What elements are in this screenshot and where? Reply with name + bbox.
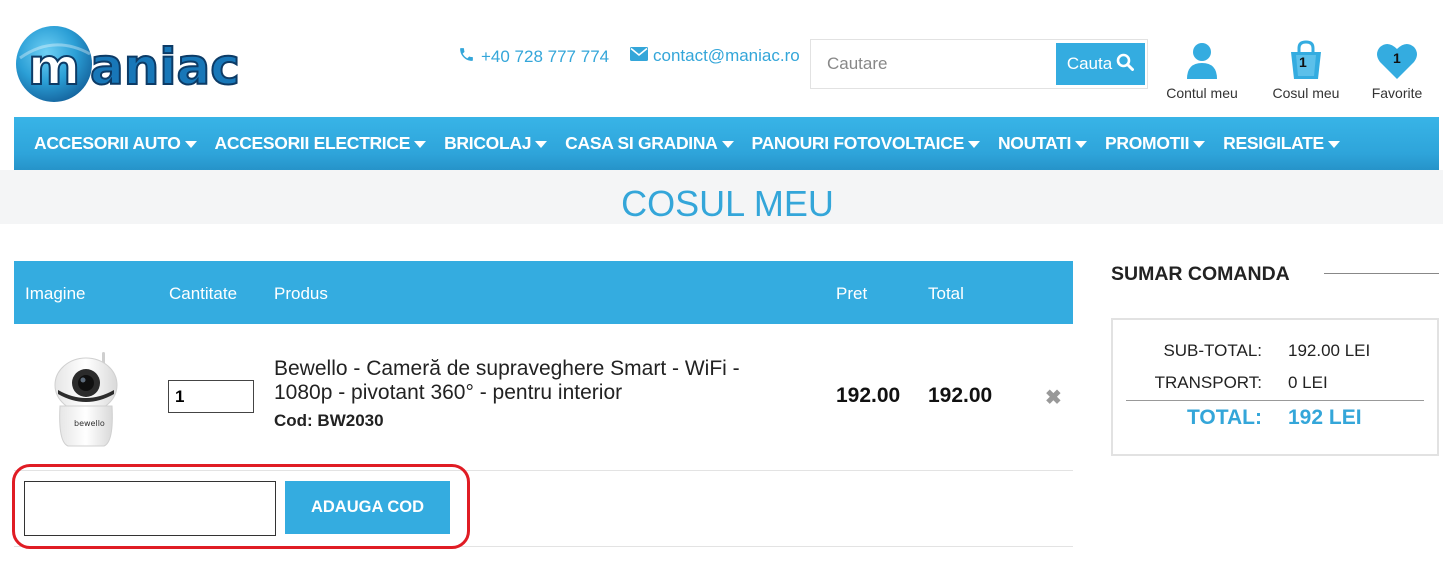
add-coupon-button-label: ADAUGA COD — [310, 498, 425, 516]
user-icon — [1160, 40, 1244, 80]
product-name[interactable]: Bewello - Cameră de supraveghere Smart -… — [274, 357, 794, 405]
column-header-total: Total — [928, 284, 964, 303]
subtotal-label: SUB-TOTAL: — [1163, 341, 1262, 360]
nav-item-label: CASA SI GRADINA — [565, 133, 718, 153]
search-button-label: Cauta — [1066, 54, 1113, 73]
nav-item-label: RESIGILATE — [1223, 133, 1324, 153]
nav-item-resigilate[interactable]: RESIGILATE — [1223, 133, 1340, 154]
search-bar: Cauta — [810, 39, 1148, 89]
favorites-count: 1 — [1393, 50, 1401, 66]
product-code: Cod: BW2030 — [274, 411, 384, 430]
product-image[interactable]: bewello — [46, 350, 126, 450]
caret-down-icon — [1075, 141, 1088, 148]
svg-text:aniac: aniac — [90, 38, 240, 96]
favorites-label: Favorite — [1371, 85, 1423, 101]
caret-down-icon — [184, 141, 197, 148]
mail-icon — [630, 46, 648, 66]
account-label: Contul meu — [1166, 85, 1238, 101]
product-image-brand: bewello — [74, 419, 105, 428]
nav-item-noutati[interactable]: NOUTATI — [997, 133, 1088, 154]
summary-divider — [1126, 400, 1424, 401]
product-total: 192.00 — [928, 384, 993, 407]
cart-table-header: Imagine Cantitate Produs Pret Total — [14, 261, 1073, 324]
main-nav: ACCESORII AUTO ACCESORII ELECTRICE BRICO… — [14, 117, 1439, 170]
caret-down-icon — [414, 141, 427, 148]
transport-value: 0 LEI — [1288, 373, 1328, 392]
nav-item-panouri-fotovoltaice[interactable]: PANOURI FOTOVOLTAICE — [752, 133, 980, 154]
favorites-link[interactable]: 1 Favorite — [1364, 40, 1430, 101]
nav-item-bricolaj[interactable]: BRICOLAJ — [444, 133, 548, 154]
phone-icon — [458, 46, 475, 68]
column-header-quantity: Cantitate — [169, 284, 238, 303]
remove-icon[interactable]: ✖ — [1045, 385, 1062, 410]
account-link[interactable]: Contul meu — [1160, 40, 1244, 101]
nav-item-label: PROMOTII — [1105, 133, 1190, 153]
nav-item-casa-si-gradina[interactable]: CASA SI GRADINA — [565, 133, 734, 154]
nav-item-label: BRICOLAJ — [444, 133, 532, 153]
column-header-image: Imagine — [25, 284, 86, 303]
nav-item-accesorii-auto[interactable]: ACCESORII AUTO — [34, 133, 197, 154]
subtotal-value: 192.00 LEI — [1288, 341, 1371, 360]
coupon-code-input[interactable] — [24, 481, 276, 536]
nav-item-label: ACCESORII AUTO — [34, 133, 181, 153]
total-value: 192 LEI — [1288, 406, 1362, 429]
nav-item-label: PANOURI FOTOVOLTAICE — [751, 133, 965, 153]
search-input[interactable] — [811, 40, 1056, 88]
nav-item-label: NOUTATI — [997, 133, 1072, 153]
svg-text:m: m — [28, 38, 80, 96]
caret-down-icon — [1193, 141, 1206, 148]
heart-icon: 1 — [1364, 40, 1430, 80]
product-price: 192.00 — [836, 384, 901, 407]
summary-title: SUMAR COMANDA — [1111, 263, 1290, 285]
nav-item-promotii[interactable]: PROMOTII — [1105, 133, 1206, 154]
email-address: contact@maniac.ro — [653, 46, 800, 65]
page-title: COSUL MEU — [621, 183, 834, 224]
quantity-input[interactable] — [168, 380, 254, 413]
total-label: TOTAL: — [1186, 406, 1262, 429]
caret-down-icon — [535, 141, 548, 148]
search-button[interactable]: Cauta — [1056, 43, 1145, 85]
column-header-product: Produs — [274, 284, 328, 303]
nav-item-label: ACCESORII ELECTRICE — [214, 133, 411, 153]
site-logo[interactable]: m aniac — [14, 18, 259, 104]
search-icon — [1116, 53, 1135, 76]
phone-number: +40 728 777 774 — [481, 47, 610, 66]
caret-down-icon — [1327, 141, 1340, 148]
caret-down-icon — [721, 141, 734, 148]
email-contact[interactable]: contact@maniac.ro — [630, 46, 800, 66]
transport-label: TRANSPORT: — [1154, 373, 1262, 392]
cart-label: Cosul meu — [1272, 85, 1340, 101]
shopping-bag-icon: 1 — [1266, 40, 1346, 80]
column-header-price: Pret — [836, 284, 868, 303]
phone-contact[interactable]: +40 728 777 774 — [458, 46, 609, 68]
summary-title-rule — [1324, 273, 1439, 274]
cart-count: 1 — [1299, 54, 1307, 70]
cart-link[interactable]: 1 Cosul meu — [1266, 40, 1346, 101]
add-coupon-button[interactable]: ADAUGA COD — [285, 481, 450, 534]
caret-down-icon — [967, 141, 980, 148]
nav-item-accesorii-electrice[interactable]: ACCESORII ELECTRICE — [215, 133, 427, 154]
